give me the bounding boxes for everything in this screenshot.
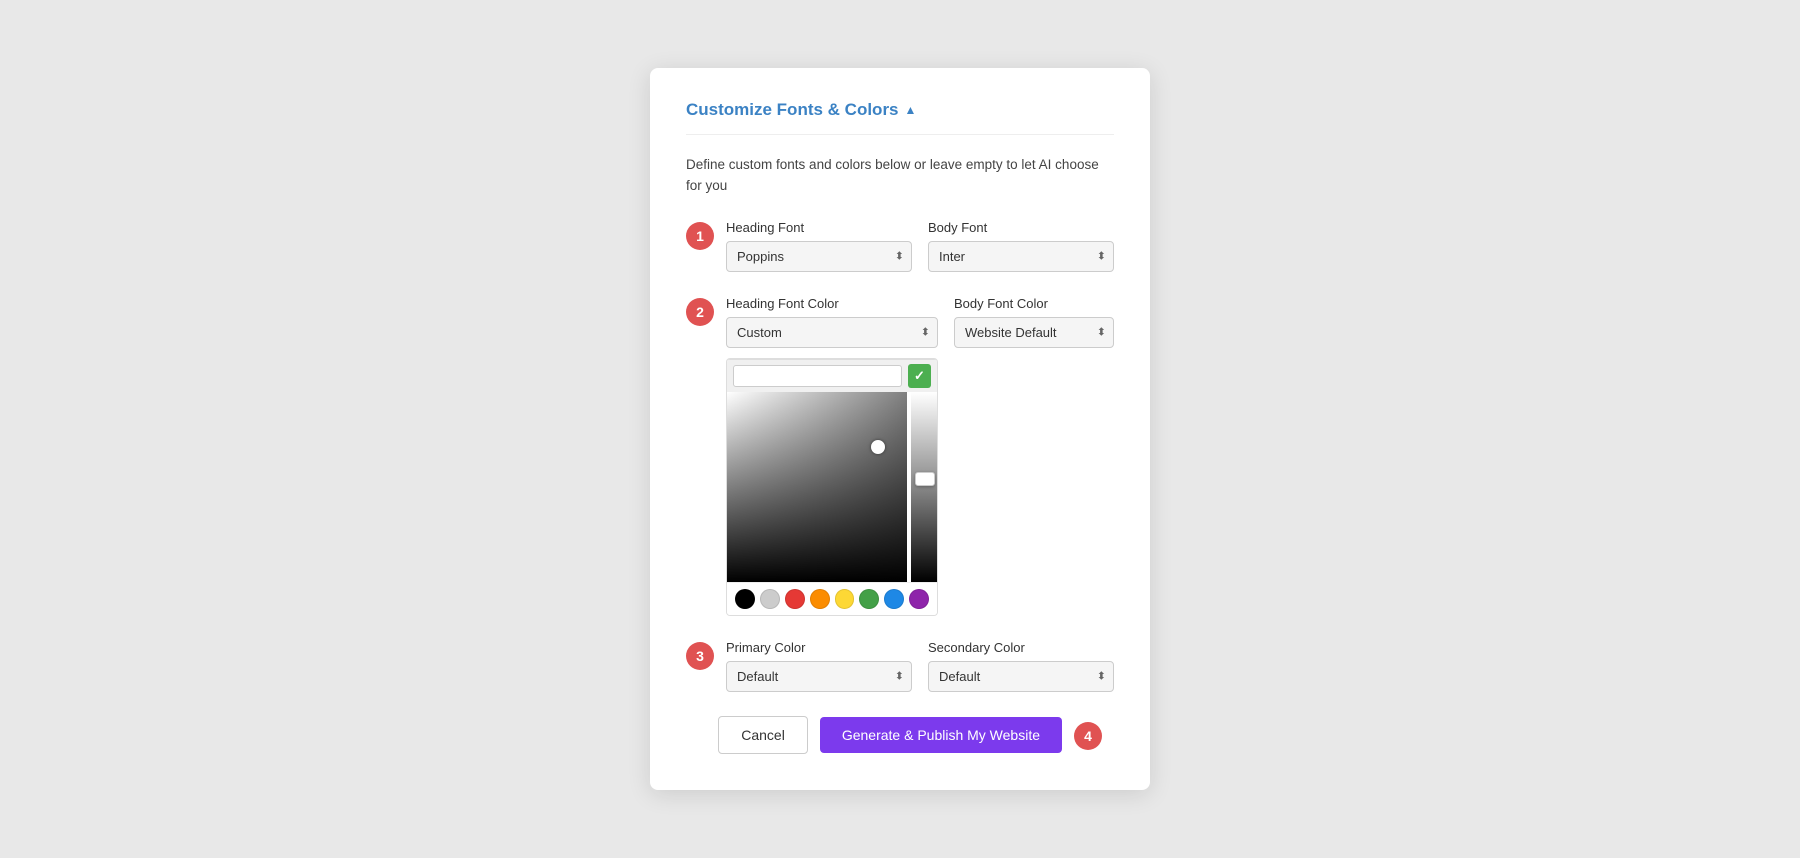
modal-title: Customize Fonts & Colors ▲ bbox=[686, 100, 1114, 120]
primary-color-select[interactable]: Default Custom Black White bbox=[726, 661, 912, 692]
heading-font-label: Heading Font bbox=[726, 220, 912, 235]
hex-input[interactable] bbox=[733, 365, 902, 387]
swatch-yellow[interactable] bbox=[835, 589, 855, 609]
gradient-canvas[interactable] bbox=[727, 392, 907, 582]
step1-badge: 1 bbox=[686, 222, 714, 250]
title-arrow-icon[interactable]: ▲ bbox=[905, 103, 917, 117]
hex-confirm-button[interactable]: ✓ bbox=[908, 364, 931, 388]
body-font-field: Body Font Inter Poppins Roboto Open Sans bbox=[928, 220, 1114, 272]
cancel-button[interactable]: Cancel bbox=[718, 716, 808, 754]
body-font-select-wrapper: Inter Poppins Roboto Open Sans bbox=[928, 241, 1114, 272]
step2-fields: Heading Font Color Custom Website Defaul… bbox=[726, 296, 1114, 616]
heading-color-label: Heading Font Color bbox=[726, 296, 938, 311]
body-color-label: Body Font Color bbox=[954, 296, 1114, 311]
footer-actions: Cancel Generate & Publish My Website 4 bbox=[686, 716, 1114, 754]
body-color-select-wrapper: Website Default Custom Black White bbox=[954, 317, 1114, 348]
heading-color-field: Heading Font Color Custom Website Defaul… bbox=[726, 296, 938, 616]
heading-font-select-wrapper: Poppins Inter Roboto Open Sans Lato bbox=[726, 241, 912, 272]
primary-color-select-wrapper: Default Custom Black White bbox=[726, 661, 912, 692]
step3-badge: 3 bbox=[686, 642, 714, 670]
modal-subtitle: Define custom fonts and colors below or … bbox=[686, 155, 1114, 196]
swatch-green[interactable] bbox=[859, 589, 879, 609]
body-font-select[interactable]: Inter Poppins Roboto Open Sans bbox=[928, 241, 1114, 272]
color-picker[interactable]: ✓ bbox=[726, 358, 938, 616]
heading-color-select-wrapper: Custom Website Default Black White bbox=[726, 317, 938, 348]
swatch-orange[interactable] bbox=[810, 589, 830, 609]
body-font-label: Body Font bbox=[928, 220, 1114, 235]
body-color-select[interactable]: Website Default Custom Black White bbox=[954, 317, 1114, 348]
swatch-light-gray[interactable] bbox=[760, 589, 780, 609]
secondary-color-select[interactable]: Default Custom Black White bbox=[928, 661, 1114, 692]
generate-button[interactable]: Generate & Publish My Website bbox=[820, 717, 1062, 753]
step4-badge: 4 bbox=[1074, 722, 1102, 750]
step3-fields: Primary Color Default Custom Black White… bbox=[726, 640, 1114, 692]
heading-font-select[interactable]: Poppins Inter Roboto Open Sans Lato bbox=[726, 241, 912, 272]
heading-font-field: Heading Font Poppins Inter Roboto Open S… bbox=[726, 220, 912, 272]
heading-color-select[interactable]: Custom Website Default Black White bbox=[726, 317, 938, 348]
hex-bar: ✓ bbox=[727, 359, 937, 392]
primary-color-field: Primary Color Default Custom Black White bbox=[726, 640, 912, 692]
secondary-color-label: Secondary Color bbox=[928, 640, 1114, 655]
step1-section: 1 Heading Font Poppins Inter Roboto Open… bbox=[686, 220, 1114, 272]
swatch-black[interactable] bbox=[735, 589, 755, 609]
divider bbox=[686, 134, 1114, 135]
brightness-bar[interactable] bbox=[911, 392, 938, 582]
secondary-color-field: Secondary Color Default Custom Black Whi… bbox=[928, 640, 1114, 692]
customize-modal: Customize Fonts & Colors ▲ Define custom… bbox=[650, 68, 1150, 790]
color-swatches bbox=[727, 582, 937, 615]
swatch-red[interactable] bbox=[785, 589, 805, 609]
step2-badge: 2 bbox=[686, 298, 714, 326]
swatch-purple[interactable] bbox=[909, 589, 929, 609]
primary-color-label: Primary Color bbox=[726, 640, 912, 655]
color-gradient-area[interactable] bbox=[727, 392, 938, 582]
modal-title-text: Customize Fonts & Colors bbox=[686, 100, 899, 120]
swatch-blue[interactable] bbox=[884, 589, 904, 609]
step3-section: 3 Primary Color Default Custom Black Whi… bbox=[686, 640, 1114, 692]
step2-section: 2 Heading Font Color Custom Website Defa… bbox=[686, 296, 1114, 616]
secondary-color-select-wrapper: Default Custom Black White bbox=[928, 661, 1114, 692]
body-color-field: Body Font Color Website Default Custom B… bbox=[954, 296, 1114, 616]
step1-fields: Heading Font Poppins Inter Roboto Open S… bbox=[726, 220, 1114, 272]
